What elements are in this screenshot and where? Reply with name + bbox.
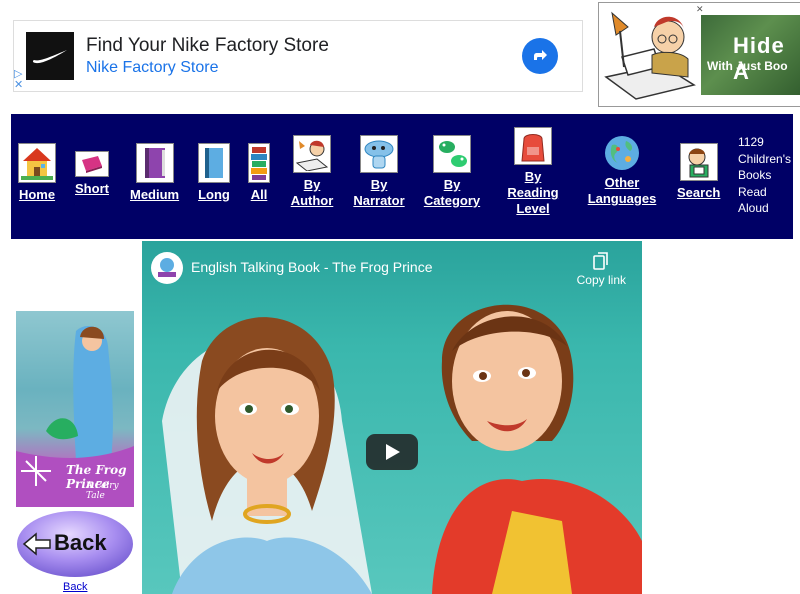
- nav-item-other-languages[interactable]: Other Languages: [585, 135, 659, 207]
- back-link[interactable]: Back: [63, 581, 87, 593]
- ad-choices-icon[interactable]: ▷ ✕: [14, 69, 23, 91]
- nav-label[interactable]: By Author: [289, 177, 335, 209]
- video-thumbnail: [162, 304, 642, 594]
- back-button[interactable]: Back: [16, 510, 134, 578]
- pink-book-icon: [75, 151, 109, 177]
- book-count-text: 1129 Children's Books Read Aloud: [738, 135, 791, 215]
- nav-item-by-narrator[interactable]: By Narrator: [353, 135, 405, 209]
- cartoon-writer-image: [602, 7, 698, 103]
- nav-label[interactable]: All: [251, 187, 268, 203]
- narrator-icon: [360, 135, 398, 173]
- category-animals-icon: [433, 135, 471, 173]
- nav-label[interactable]: Short: [75, 181, 109, 197]
- nav-label[interactable]: Search: [677, 185, 720, 201]
- ad-title[interactable]: Find Your Nike Factory Store: [86, 35, 329, 57]
- copy-link-label: Copy link: [576, 273, 626, 287]
- ad-subtitle[interactable]: Nike Factory Store: [86, 59, 218, 77]
- back-button-text: Back: [54, 530, 107, 555]
- arrow-right-icon[interactable]: [522, 38, 558, 74]
- nav-label[interactable]: By Reading Level: [505, 169, 561, 217]
- banner-subline: With Just Boo: [707, 59, 788, 73]
- globe-icon: [604, 135, 640, 171]
- nav-item-all[interactable]: All: [248, 143, 270, 203]
- nike-ad[interactable]: Find Your Nike Factory Store Nike Factor…: [13, 20, 583, 92]
- nike-logo-icon: [26, 32, 74, 80]
- video-title[interactable]: English Talking Book - The Frog Prince: [191, 259, 433, 275]
- house-icon: [18, 143, 56, 183]
- play-icon[interactable]: [366, 434, 418, 470]
- nav-item-home[interactable]: Home: [18, 143, 56, 203]
- nav-label[interactable]: Home: [19, 187, 55, 203]
- book-cover[interactable]: The Frog Prince A Fairy Tale: [16, 311, 134, 507]
- backpack-icon: [514, 127, 552, 165]
- nav-label[interactable]: By Category: [423, 177, 481, 209]
- search-reader-icon: [679, 143, 718, 181]
- copy-link-button[interactable]: Copy link: [577, 252, 626, 287]
- nav-label[interactable]: Medium: [130, 187, 179, 203]
- close-icon[interactable]: ✕: [696, 4, 704, 15]
- nav-label[interactable]: By Narrator: [353, 177, 405, 209]
- nav-item-by-category[interactable]: By Category: [423, 135, 481, 209]
- nav-label[interactable]: Other Languages: [585, 175, 659, 207]
- copy-icon: [593, 252, 609, 270]
- purple-book-icon: [135, 143, 174, 183]
- nav-item-medium[interactable]: Medium: [130, 143, 179, 203]
- author-writing-icon: [293, 135, 331, 173]
- nav-item-by-author[interactable]: By Author: [289, 135, 335, 209]
- blue-book-icon: [198, 143, 230, 183]
- nav-item-search[interactable]: Search: [677, 143, 720, 201]
- nav-item-short[interactable]: Short: [75, 151, 109, 197]
- main-nav: Home Short Medium Long All By Author By …: [11, 114, 793, 239]
- nav-item-by-reading-level[interactable]: By Reading Level: [505, 127, 561, 217]
- banner-ad[interactable]: Hide A With Just Boo ✕: [598, 2, 800, 107]
- video-player[interactable]: English Talking Book - The Frog Prince C…: [142, 241, 642, 594]
- book-stack-icon: [248, 143, 270, 183]
- channel-logo-icon[interactable]: [151, 252, 183, 284]
- nav-item-long[interactable]: Long: [198, 143, 230, 203]
- cover-subtitle: A Fairy Tale: [86, 481, 119, 501]
- nav-label[interactable]: Long: [198, 187, 230, 203]
